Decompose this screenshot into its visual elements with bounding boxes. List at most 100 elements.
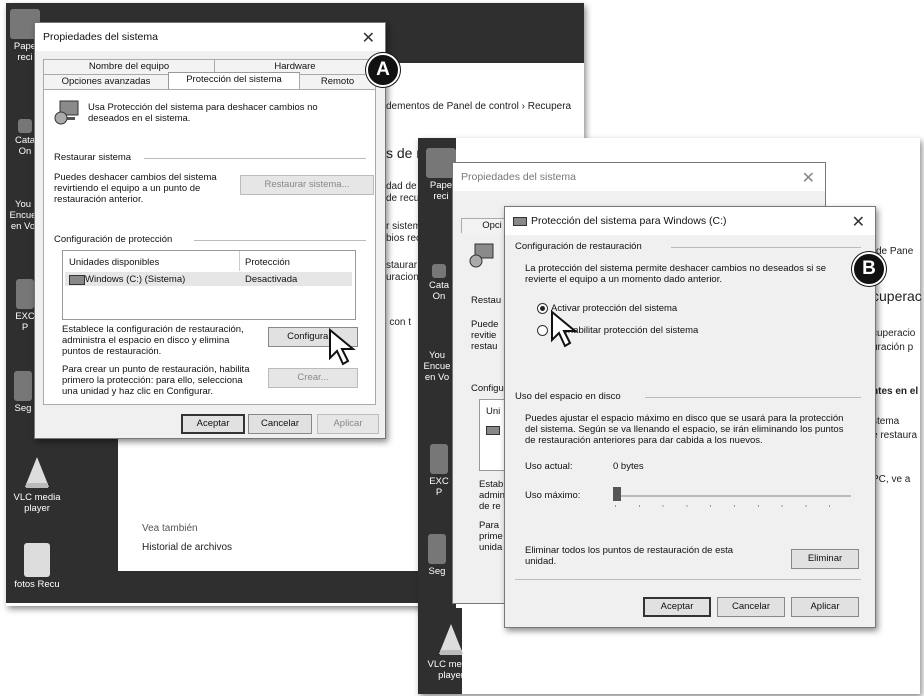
max-usage-slider[interactable] [613, 495, 851, 497]
bg-right-7: e restaura [872, 430, 918, 441]
col-protection-header[interactable]: Protección [245, 257, 290, 268]
bg-right-8: PC, ve a [872, 474, 911, 485]
parent-text-2: Puede [471, 319, 499, 330]
config-text: Establece la configuración de restauraci… [62, 324, 244, 357]
tab-panel: Usa Protección del sistema para deshacer… [43, 89, 376, 405]
screenshot-b: de Pane cuperac cuperacio uración p ntes… [418, 138, 922, 694]
bg-line-3[interactable]: r sistem [386, 221, 421, 232]
dialog-titlebar: Propiedades del sistema ✕ [35, 23, 385, 51]
restore-system-button[interactable]: Restaurar sistema... [240, 175, 374, 195]
disk-usage-text: Puedes ajustar el espacio máximo en disc… [525, 413, 844, 446]
drive-icon [486, 426, 500, 435]
bg-right-3[interactable]: cuperacio [872, 328, 915, 339]
create-button[interactable]: Crear... [268, 368, 358, 388]
cancel-button[interactable]: Cancelar [248, 414, 312, 434]
drive-icon [69, 275, 85, 285]
parent-text-11: unida [479, 542, 503, 553]
app-icon [14, 371, 32, 401]
vlc-icon [439, 624, 463, 655]
disk-usage-label: Uso del espacio en disco [515, 391, 621, 402]
dialog-bottom-divider [515, 579, 861, 580]
restore-settings-text: La protección del sistema permite deshac… [525, 263, 826, 285]
mouse-cursor-icon [551, 310, 578, 348]
system-properties-dialog: Propiedades del sistema ✕ Nombre del equ… [34, 22, 386, 439]
config-group-divider [194, 240, 366, 241]
drive-row[interactable]: Windows (C:) (Sistema) Desactivada [65, 272, 352, 286]
bg-right-1[interactable]: de Pane [876, 246, 913, 257]
parent-titlebar: Propiedades del sistema ✕ [453, 163, 825, 191]
tab-system-protection[interactable]: Protección del sistema [168, 72, 300, 90]
parent-text-9: Para [479, 520, 500, 531]
col-drives-header[interactable]: Unidades disponibles [69, 257, 159, 268]
app-icon [428, 534, 446, 564]
badge-a: A [366, 53, 400, 87]
restore-settings-divider [671, 247, 861, 248]
parent-list-header: Uni [486, 406, 501, 417]
file-history-link[interactable]: Historial de archivos [142, 542, 232, 553]
parent-text-5: Configu [471, 383, 504, 394]
drive-name: Windows (C:) (Sistema) [85, 274, 186, 285]
folder-icon [24, 543, 50, 577]
parent-text-4: restau [471, 341, 498, 352]
desktop-icon-photos[interactable]: fotos Recu [10, 543, 64, 590]
desktop-icon-vlc[interactable]: VLC media player [10, 455, 64, 514]
vlc-icon [25, 457, 49, 488]
max-usage-label: Uso máximo: [525, 490, 581, 501]
parent-text-10: prime [479, 531, 503, 542]
drives-list: Unidades disponibles Protección Windows … [62, 250, 356, 320]
drive-status: Desactivada [245, 274, 298, 285]
child-ok-button[interactable]: Aceptar [643, 597, 711, 617]
radio-enable[interactable] [537, 303, 548, 314]
shortcut-icon [432, 264, 446, 278]
system-protection-icon [54, 100, 79, 125]
shortcut-icon [18, 119, 32, 133]
apply-button[interactable]: Aplicar [317, 414, 379, 434]
intro-text: Usa Protección del sistema para deshacer… [88, 102, 318, 124]
child-cancel-button[interactable]: Cancelar [717, 597, 785, 617]
see-also-heading: Vea también [142, 523, 198, 534]
excel-icon [16, 279, 34, 309]
mouse-cursor-icon [329, 328, 356, 366]
config-group-label: Configuración de protección [54, 234, 173, 245]
delete-text: Eliminar todos los puntos de restauració… [525, 545, 734, 567]
parent-close-icon[interactable]: ✕ [802, 168, 815, 188]
child-titlebar: Protección del sistema para Windows (C:)… [505, 207, 875, 235]
parent-text-7: admin [479, 490, 505, 501]
bg-right-4: uración p [872, 342, 914, 353]
tab-remote[interactable]: Remoto [299, 74, 376, 89]
excel-icon [430, 444, 448, 474]
current-usage-value: 0 bytes [613, 461, 644, 472]
parent-text-8: de re [479, 501, 501, 512]
ok-button[interactable]: Aceptar [181, 414, 245, 434]
bg-right-2: cuperac [872, 288, 922, 304]
max-usage-slider-thumb[interactable] [613, 487, 621, 501]
dialog-title: Propiedades del sistema [43, 31, 158, 43]
system-protection-icon [469, 243, 494, 268]
bg-right-5: ntes en el [872, 386, 919, 397]
delete-button[interactable]: Eliminar [791, 549, 859, 569]
parent-text-1: Restau [471, 295, 502, 306]
bg-right-6[interactable]: stema [872, 416, 899, 427]
restore-text: Puedes deshacer cambios del sistema revi… [54, 172, 217, 205]
badge-b: B [852, 252, 886, 286]
protection-settings-dialog: Protección del sistema para Windows (C:)… [504, 206, 876, 628]
slider-ticks [615, 505, 853, 507]
restore-group-label: Restaurar sistema [54, 152, 132, 163]
parent-text-6: Estab [479, 479, 504, 490]
parent-title: Propiedades del sistema [461, 171, 576, 183]
drive-title-icon [513, 217, 527, 226]
desktop-icon-vlc-b[interactable]: VLC media player [424, 622, 478, 681]
restore-settings-label: Configuración de restauración [515, 241, 642, 252]
breadcrumb[interactable]: dementos de Panel de control › Recupera [386, 101, 571, 112]
radio-disable[interactable] [537, 325, 548, 336]
child-apply-button[interactable]: Aplicar [791, 597, 859, 617]
child-title: Protección del sistema para Windows (C:) [531, 215, 727, 227]
restore-group-divider [144, 158, 366, 159]
close-icon[interactable]: ✕ [362, 28, 375, 48]
parent-text-3: revitie [471, 330, 497, 341]
tab-advanced[interactable]: Opciones avanzadas [43, 74, 169, 89]
disk-usage-divider [645, 397, 861, 398]
create-text: Para crear un punto de restauración, hab… [62, 364, 250, 397]
bg-line-2: de recu [386, 193, 420, 204]
child-close-icon[interactable]: ✕ [852, 212, 865, 232]
